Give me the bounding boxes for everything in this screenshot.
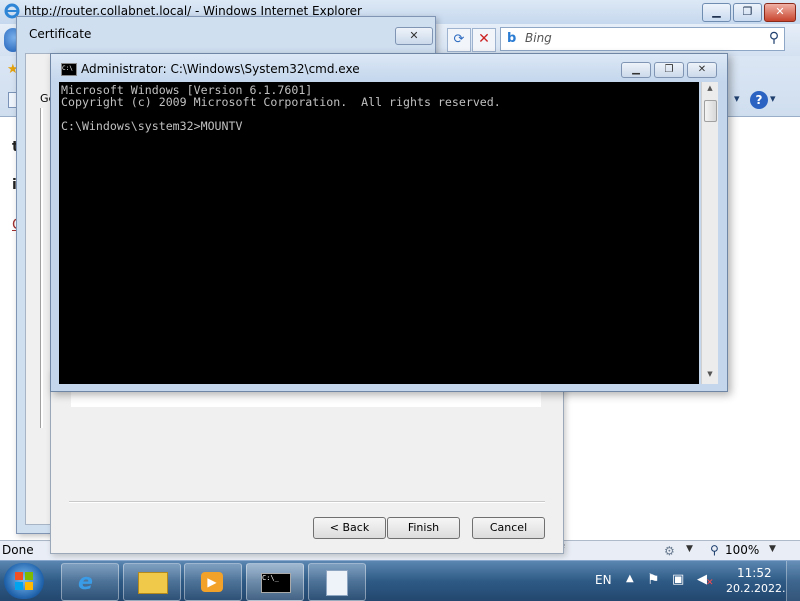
scroll-thumb[interactable] [704,100,717,122]
windows-logo-icon [15,572,33,590]
taskbar-cmd-button[interactable]: C:\_ [246,563,304,601]
cmd-window: C:\ Administrator: C:\Windows\System32\c… [50,53,728,392]
zoom-chevron-icon[interactable]: ▼ [769,544,776,554]
start-button[interactable] [4,563,44,599]
import-wizard-dialog: < Back Finish Cancel [50,370,564,554]
volume-muted-icon: ✕ [706,578,714,588]
cmd-close-button[interactable]: ✕ [687,62,717,78]
scroll-up-icon[interactable]: ▲ [702,84,718,96]
help-icon[interactable]: ? [750,91,768,109]
help-chevron-icon[interactable]: ▾ [770,92,776,105]
language-indicator[interactable]: EN [595,573,612,587]
cancel-button[interactable]: Cancel [472,517,545,539]
back-button[interactable]: < Back [313,517,386,539]
search-input[interactable]: b Bing [500,27,785,51]
finish-button[interactable]: Finish [387,517,460,539]
cmd-console-output[interactable]: Microsoft Windows [Version 6.1.7601] Cop… [59,82,699,384]
show-hidden-icons-icon[interactable]: ▲ [626,573,634,584]
cmd-titlebar[interactable]: C:\ Administrator: C:\Windows\System32\c… [51,54,727,82]
console-prompt-line: C:\Windows\system32>MOUNTV [61,119,243,133]
cmd-minimize-button[interactable]: ▁ [621,62,651,78]
status-text: Done [2,543,34,557]
taskbar-document-button[interactable] [308,563,366,601]
cmd-icon: C:\ [61,63,77,76]
clock-date[interactable]: 20.2.2022. [726,582,785,595]
taskbar-explorer-button[interactable] [123,563,181,601]
tools-chevron-icon[interactable]: ▾ [734,92,740,105]
show-desktop-button[interactable] [786,561,800,601]
zoom-icon[interactable]: ⚲ [710,543,719,557]
ie-minimize-button[interactable]: ▁ [702,3,731,22]
taskbar: e ▶ C:\_ EN ▲ ⚑ ▣ ◀ ✕ 11:52 20.2.2022. [0,560,800,601]
bing-icon: b [507,31,517,46]
ie-close-button[interactable]: ✕ [764,3,796,22]
taskbar-ie-button[interactable]: e [61,563,119,601]
network-icon[interactable]: ▣ [672,572,684,587]
clock-time[interactable]: 11:52 [737,566,772,580]
refresh-icon[interactable]: ⟳ [447,28,471,52]
media-player-icon: ▶ [201,572,223,592]
certificate-close-button[interactable]: ✕ [395,27,433,45]
protected-mode-icon[interactable]: ⚙ [664,544,675,558]
document-icon [326,570,348,596]
action-center-flag-icon[interactable]: ⚑ [647,572,660,588]
scroll-down-icon[interactable]: ▼ [702,370,718,382]
search-placeholder: Bing [525,31,552,45]
certificate-panel-border [40,108,43,428]
cmd-window-title: Administrator: C:\Windows\System32\cmd.e… [81,62,360,76]
taskbar-media-player-button[interactable]: ▶ [184,563,242,601]
console-line: Copyright (c) 2009 Microsoft Corporation… [61,95,501,109]
ie-maximize-button[interactable]: ❐ [733,3,762,22]
certificate-dialog-title: Certificate [29,27,92,41]
cmd-taskbar-icon: C:\_ [261,573,291,593]
search-icon[interactable]: ⚲ [765,28,783,48]
zoom-level[interactable]: 100% [725,543,759,557]
protected-mode-chevron-icon[interactable]: ▼ [686,544,693,554]
folder-icon [138,572,168,594]
stop-icon[interactable]: ✕ [472,28,496,52]
wizard-separator [69,501,545,503]
internet-explorer-icon: e [78,570,93,595]
cmd-scrollbar[interactable]: ▲ ▼ [701,82,718,384]
cmd-maximize-button[interactable]: ❐ [654,62,684,78]
